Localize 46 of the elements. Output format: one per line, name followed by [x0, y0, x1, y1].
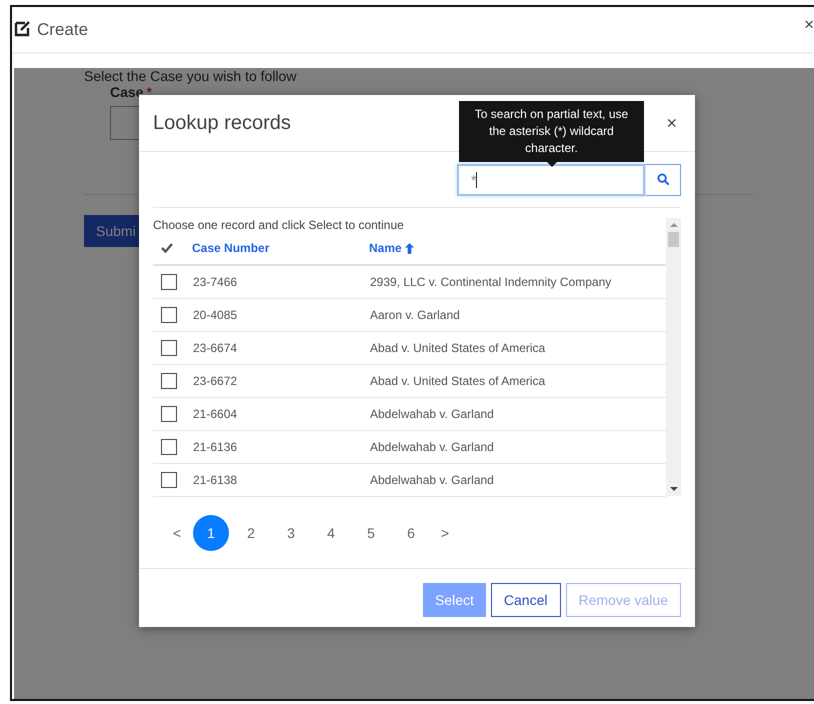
page-button[interactable]: 4	[311, 525, 351, 541]
previous-page-button[interactable]: <	[163, 525, 191, 541]
case-number-cell-text: 23-7466	[193, 275, 238, 289]
row-checkbox[interactable]	[161, 307, 177, 323]
scrollbar[interactable]	[666, 218, 681, 496]
search-button[interactable]	[645, 164, 681, 196]
case-number-cell-text: 21-6138	[193, 473, 238, 487]
tooltip: To search on partial text, use the asterisk (*) wildcard character.	[459, 101, 644, 167]
cancel-button[interactable]: Cancel	[490, 583, 560, 617]
close-button[interactable]: ×	[666, 112, 677, 134]
edit-icon	[14, 18, 32, 36]
row-checkbox[interactable]	[161, 373, 177, 389]
column-header[interactable]: Name	[369, 241, 402, 255]
close-button[interactable]: ×	[804, 15, 814, 35]
row-checkbox[interactable]	[161, 274, 177, 290]
case-number-cell-text: 21-6136	[193, 440, 238, 454]
column-header[interactable]: Case Number	[192, 241, 270, 255]
row-checkbox[interactable]	[161, 406, 177, 422]
page-button[interactable]: 5	[351, 525, 391, 541]
row-checkbox[interactable]	[161, 472, 177, 488]
row-checkbox[interactable]	[161, 439, 177, 455]
name-cell: Abdelwahab v. Garland	[370, 407, 494, 421]
row-checkbox[interactable]	[161, 340, 177, 356]
page-button[interactable]: 1	[193, 515, 229, 551]
case-number-cell-text: 23-6674	[193, 341, 238, 355]
name-cell: Abad v. United States of America	[370, 374, 546, 388]
name-cell: Aaron v. Garland	[370, 308, 460, 322]
field-label: Case	[110, 84, 144, 100]
form-prompt: Select the Case you wish to follow	[84, 68, 298, 84]
case-number-cell-text: 21-6604	[193, 407, 238, 421]
page-button[interactable]: 2	[231, 525, 271, 541]
checkmark-icon	[161, 243, 173, 253]
page-button[interactable]: 3	[271, 525, 311, 541]
window-title: Create	[37, 20, 88, 40]
dialog-title: Lookup records	[153, 112, 291, 134]
search-field[interactable]: *	[457, 164, 645, 196]
name-cell: Abdelwahab v. Garland	[370, 440, 494, 454]
search-icon	[656, 173, 670, 186]
required-mark: *	[146, 84, 152, 100]
name-cell: Abad v. United States of America	[370, 341, 546, 355]
name-cell: 2939, LLC v. Continental Indemnity Company	[370, 275, 612, 289]
next-page-button[interactable]: >	[431, 525, 459, 541]
case-number-cell-text: 23-6672	[193, 374, 238, 388]
page-button[interactable]: 6	[391, 525, 431, 541]
name-cell: Abdelwahab v. Garland	[370, 473, 494, 487]
case-number-cell-text: 20-4085	[193, 308, 238, 322]
